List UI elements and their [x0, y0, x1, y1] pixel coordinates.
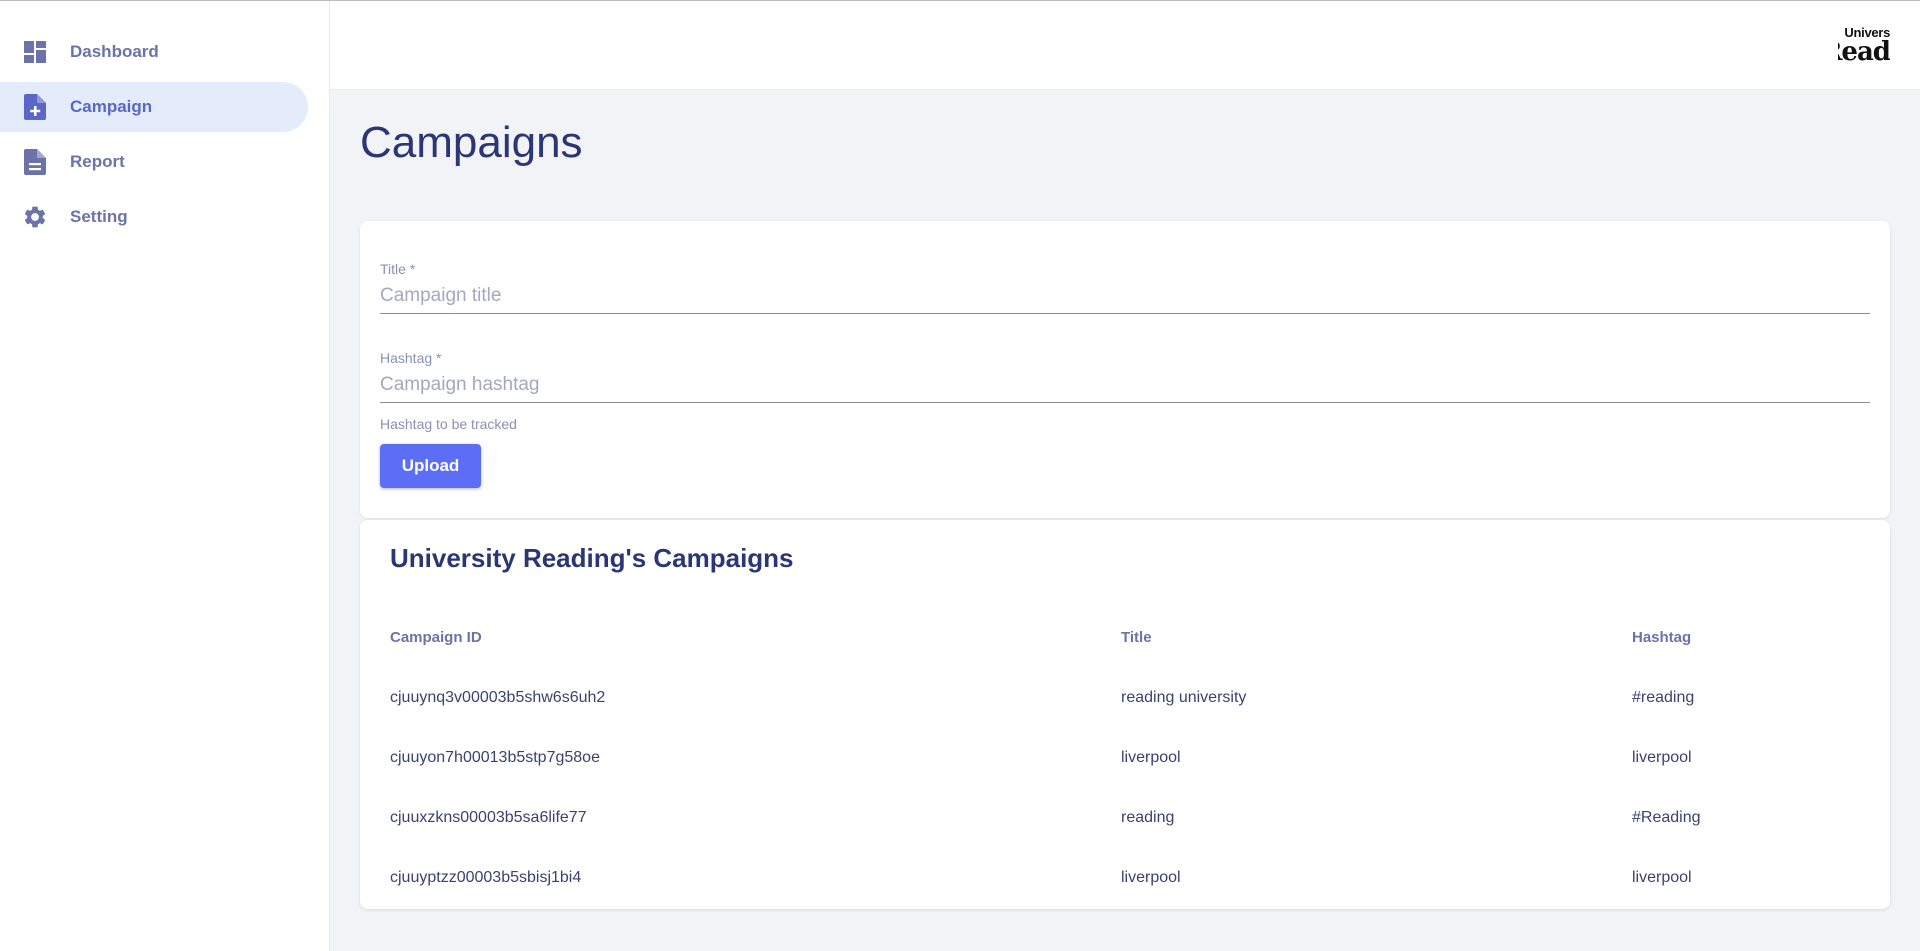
title-field-label: Title *: [380, 261, 416, 277]
column-header-campaign-id[interactable]: Campaign ID: [390, 620, 1121, 654]
page-title: Campaigns: [360, 118, 583, 167]
table-row[interactable]: cjuuxzkns00003b5sa6life77 reading #Readi…: [390, 788, 1860, 848]
cell-hashtag: #reading: [1632, 689, 1695, 706]
logo-line-2: Read: [1838, 37, 1890, 65]
campaign-form-card: Title * Hashtag * Hashtag to be tracked …: [360, 221, 1890, 518]
sidebar-item-dashboard[interactable]: Dashboard: [0, 27, 308, 77]
table-row[interactable]: cjuuyptzz00003b5sbisj1bi4 liverpool live…: [390, 848, 1860, 908]
cell-title: liverpool: [1121, 749, 1181, 766]
cell-hashtag: #Reading: [1632, 809, 1701, 826]
sidebar: Dashboard Campaign Report Setting: [0, 1, 330, 951]
campaigns-table: Campaign ID Title Hashtag cjuuynq3v00003…: [390, 620, 1860, 908]
cell-campaign-id: cjuuynq3v00003b5shw6s6uh2: [390, 689, 606, 706]
campaigns-table-card: University Reading's Campaigns Campaign …: [360, 520, 1890, 909]
table-row[interactable]: cjuuynq3v00003b5shw6s6uh2 reading univer…: [390, 654, 1860, 728]
sidebar-item-label: Dashboard: [70, 42, 159, 61]
cell-campaign-id: cjuuyon7h00013b5stp7g58oe: [390, 749, 600, 766]
cell-campaign-id: cjuuyptzz00003b5sbisj1bi4: [390, 869, 582, 886]
cell-title: reading: [1121, 809, 1175, 826]
column-header-title[interactable]: Title: [1121, 620, 1632, 654]
hashtag-field: Hashtag *: [380, 350, 1870, 403]
sidebar-item-report[interactable]: Report: [0, 137, 308, 187]
document-icon: [22, 149, 48, 175]
sidebar-nav: Dashboard Campaign Report Setting: [0, 27, 330, 247]
sidebar-item-label: Setting: [70, 207, 128, 226]
hashtag-helper-text: Hashtag to be tracked: [380, 416, 517, 432]
column-header-hashtag[interactable]: Hashtag: [1632, 620, 1860, 654]
table-title: University Reading's Campaigns: [390, 543, 794, 573]
table-row[interactable]: cjuuyon7h00013b5stp7g58oe liverpool live…: [390, 728, 1860, 788]
table-header-row: Campaign ID Title Hashtag: [390, 620, 1860, 654]
title-field: Title *: [380, 261, 1870, 314]
sidebar-item-label: Report: [70, 152, 125, 171]
cell-campaign-id: cjuuxzkns00003b5sa6life77: [390, 809, 587, 826]
sidebar-item-setting[interactable]: Setting: [0, 192, 308, 242]
cell-hashtag: liverpool: [1632, 749, 1692, 766]
hashtag-field-label: Hashtag *: [380, 350, 442, 366]
gear-icon: [22, 204, 48, 230]
sidebar-item-label: Campaign: [70, 97, 153, 116]
upload-button[interactable]: Upload: [380, 444, 481, 488]
university-logo[interactable]: Univers Read: [1838, 25, 1890, 65]
top-header: Univers Read: [330, 1, 1920, 90]
cell-title: liverpool: [1121, 869, 1181, 886]
note-add-icon: [22, 94, 48, 120]
campaign-hashtag-input[interactable]: [380, 368, 1870, 403]
campaign-title-input[interactable]: [380, 279, 1870, 314]
sidebar-item-campaign[interactable]: Campaign: [0, 82, 308, 132]
cell-title: reading university: [1121, 689, 1247, 706]
dashboard-icon: [22, 39, 48, 65]
cell-hashtag: liverpool: [1632, 869, 1692, 886]
